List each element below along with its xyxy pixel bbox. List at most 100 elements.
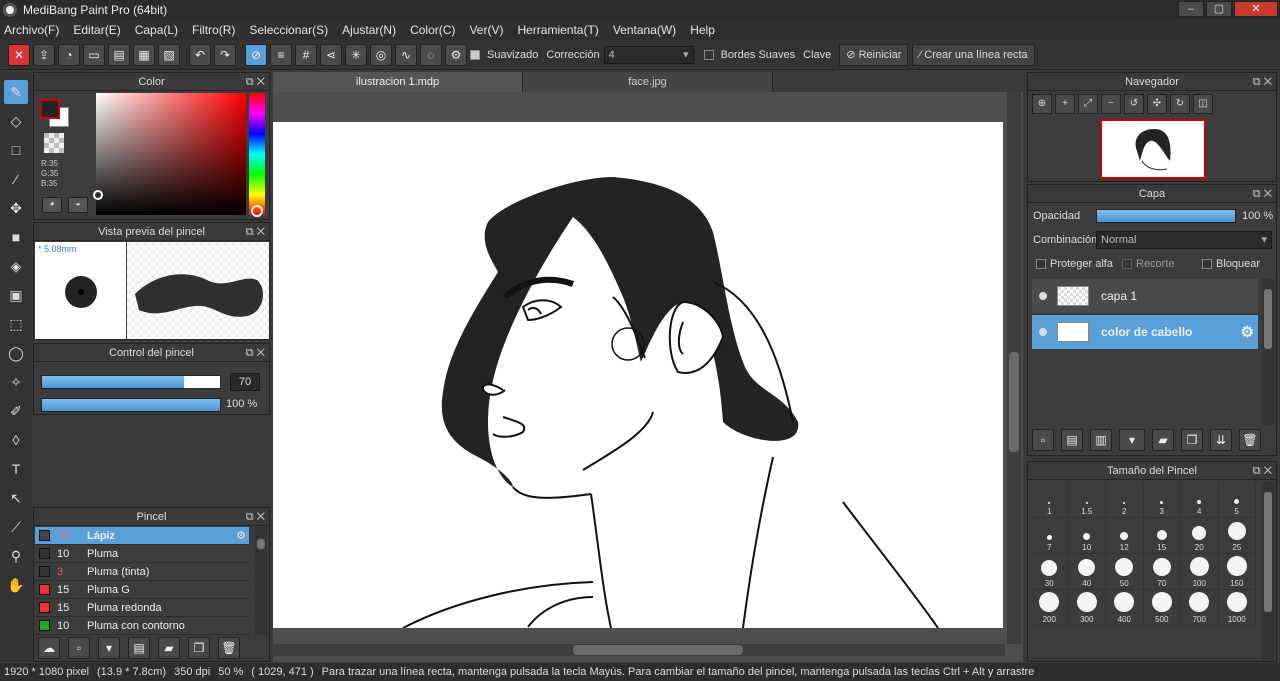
brush-tool-icon[interactable]: ✎ (4, 80, 28, 104)
eraser-tool-icon[interactable]: ◇ (4, 109, 28, 133)
move-tool-icon[interactable]: ✥ (4, 196, 28, 220)
panel-popout-close-icon[interactable]: ⧉ ✕ (246, 344, 265, 362)
magic-wand-tool-icon[interactable]: ✧ (4, 370, 28, 394)
snap-off-icon[interactable]: ⊘ (245, 43, 267, 66)
new-halftone-layer-icon[interactable]: ▥ (1090, 429, 1112, 451)
add-color-icon[interactable]: ◒ (68, 197, 88, 213)
brush-size-cell[interactable]: 700 (1181, 590, 1219, 626)
layer-row-color-de-cabello[interactable]: color de cabello ⚙ (1032, 315, 1258, 349)
saturation-value-picker[interactable] (96, 93, 246, 215)
brush-size-cell[interactable]: 50 (1106, 554, 1144, 590)
foreground-color-swatch[interactable] (40, 99, 60, 119)
tab-ilustracion[interactable]: ilustracion 1.mdp (273, 72, 523, 92)
menu-seleccionar[interactable]: Seleccionar(S) (249, 23, 328, 37)
layer-opacity-slider[interactable] (1096, 209, 1236, 223)
curve-snap-icon[interactable]: ∿ (395, 43, 417, 66)
export-icon[interactable]: ⇪ (33, 43, 55, 66)
brush-size-cell[interactable]: 100 (1181, 554, 1219, 590)
brush-size-cell[interactable]: 3 (1143, 482, 1181, 518)
brush-size-cell[interactable]: 200 (1031, 590, 1069, 626)
protect-alpha-checkbox[interactable] (1036, 259, 1046, 269)
speech-bubble-icon[interactable]: ◔ (58, 43, 80, 66)
brush-size-cell[interactable]: 40 (1068, 554, 1106, 590)
duplicate-layer-icon[interactable]: ❐ (1181, 429, 1203, 451)
brush-size-cell[interactable]: 12 (1106, 518, 1144, 554)
lock-checkbox[interactable] (1202, 259, 1212, 269)
palette-icon[interactable]: ◕ (42, 197, 62, 213)
select-rect-tool-icon[interactable]: ⬚ (4, 312, 28, 336)
snap-settings-icon[interactable]: ⚙ (445, 43, 467, 66)
comment-icon[interactable]: ▭ (83, 43, 105, 66)
brush-size-cell[interactable]: 1000 (1218, 590, 1256, 626)
close-canvas-icon[interactable]: ✕ (8, 43, 30, 66)
brush-size-cell[interactable]: 2 (1106, 482, 1144, 518)
brush-item-pluma[interactable]: 10 Pluma (35, 545, 249, 563)
pages-icon[interactable]: ▦ (133, 43, 155, 66)
brush-size-cell[interactable]: 4 (1181, 482, 1219, 518)
blend-mode-select[interactable]: Normal (1096, 231, 1272, 249)
add-brush-cloud-icon[interactable]: ☁ (38, 637, 60, 659)
menu-ajustar[interactable]: Ajustar(N) (342, 23, 396, 37)
new-brush-icon[interactable]: ▫ (68, 637, 90, 659)
layer-row-capa-1[interactable]: capa 1 (1032, 279, 1258, 313)
shape-tool-icon[interactable]: □ (4, 138, 28, 162)
brush-item-pluma-contorno[interactable]: 10 Pluma con contorno (35, 617, 249, 635)
panel-popout-close-icon[interactable]: ⧉ ✕ (1253, 185, 1272, 203)
menu-color[interactable]: Color(C) (410, 23, 455, 37)
brush-size-cell[interactable]: 1.5 (1068, 482, 1106, 518)
panel-popout-close-icon[interactable]: ⧉ ✕ (246, 223, 265, 241)
operation-tool-icon[interactable]: ↖ (4, 486, 28, 510)
layer-list-scrollbar[interactable] (1262, 279, 1274, 425)
visibility-eye-icon[interactable] (1039, 328, 1047, 336)
page-icon[interactable]: ▤ (108, 43, 130, 66)
new-color-layer-icon[interactable]: ▤ (1061, 429, 1083, 451)
undo-icon[interactable]: ↶ (189, 43, 211, 66)
select-eraser-tool-icon[interactable]: ◊ (4, 428, 28, 452)
eyedropper-tool-icon[interactable]: ⚲ (4, 544, 28, 568)
soft-edges-checkbox[interactable] (703, 49, 714, 60)
perspective-snap-icon[interactable]: ⋖ (320, 43, 342, 66)
add-brush-menu-icon[interactable]: ▾ (98, 637, 120, 659)
color-picker-cursor[interactable] (93, 190, 103, 200)
new-layer-icon[interactable]: ▫ (1032, 429, 1054, 451)
transparent-color-swatch[interactable] (44, 133, 64, 153)
delete-brush-icon[interactable]: 🗑 (218, 637, 240, 659)
fill-rect-tool-icon[interactable]: ■ (4, 225, 28, 249)
smoothing-checkbox[interactable] (470, 49, 480, 60)
zoom-in-icon[interactable]: + (1055, 94, 1075, 114)
menu-ventana[interactable]: Ventana(W) (613, 23, 676, 37)
brush-item-lapiz[interactable]: 70 Lápiz ⚙ (35, 527, 249, 545)
brush-size-cell[interactable]: 20 (1181, 518, 1219, 554)
brush-size-cell[interactable]: 25 (1218, 518, 1256, 554)
gradient-tool-icon[interactable]: ▣ (4, 283, 28, 307)
text-tool-icon[interactable]: T (4, 457, 28, 481)
brush-item-pluma-redonda[interactable]: 15 Pluma redonda (35, 599, 249, 617)
brush-opacity-slider[interactable] (41, 398, 221, 412)
reset-view-icon[interactable]: ✣ (1147, 94, 1167, 114)
brush-item-pluma-tinta[interactable]: 3 Pluma (tinta) (35, 563, 249, 581)
clip-checkbox[interactable] (1122, 259, 1132, 269)
brush-size-cell[interactable]: 30 (1031, 554, 1069, 590)
hue-cursor[interactable] (251, 205, 263, 217)
duplicate-brush-icon[interactable]: ❐ (188, 637, 210, 659)
radial-snap-icon[interactable]: ✳ (345, 43, 367, 66)
menu-archivo[interactable]: Archivo(F) (4, 23, 59, 37)
panel-popout-close-icon[interactable]: ⧉ ✕ (1253, 462, 1272, 480)
parallel-snap-icon[interactable]: ≡ (270, 43, 292, 66)
select-pen-tool-icon[interactable]: ✐ (4, 399, 28, 423)
rotate-left-icon[interactable]: ↺ (1124, 94, 1144, 114)
add-layer-menu-icon[interactable]: ▾ (1119, 429, 1145, 451)
tab-face[interactable]: face.jpg (523, 72, 773, 92)
brush-size-cell[interactable]: 5 (1218, 482, 1256, 518)
menu-filtro[interactable]: Filtro(R) (192, 23, 235, 37)
brush-size-cell[interactable]: 500 (1143, 590, 1181, 626)
divide-tool-icon[interactable]: ⟋ (4, 515, 28, 539)
zoom-icon[interactable]: ⊕ (1032, 94, 1052, 114)
menu-ver[interactable]: Ver(V) (469, 23, 503, 37)
layer-settings-gear-icon[interactable]: ⚙ (1241, 323, 1254, 341)
concentric-snap-icon[interactable]: ◎ (370, 43, 392, 66)
brush-size-slider[interactable] (41, 375, 221, 389)
maximize-button[interactable]: ▢ (1206, 1, 1232, 17)
brush-settings-gear-icon[interactable]: ⚙ (236, 529, 246, 542)
brush-folder-icon[interactable]: ▰ (158, 637, 180, 659)
